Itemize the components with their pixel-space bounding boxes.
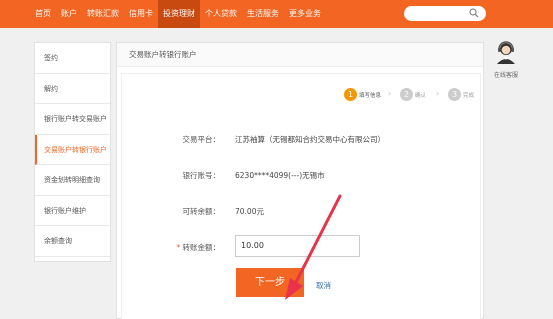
platform-value: 江苏袖算（无锡都知合约交易中心有限公司）: [235, 135, 385, 144]
step-1-label: 填写信息: [359, 93, 382, 99]
nav-item-investment[interactable]: 投资理财: [158, 0, 200, 28]
balance-value: 70.00元: [235, 207, 264, 216]
step-1-circle: 1: [344, 88, 357, 101]
sidebar-item-bank-account-maintenance[interactable]: 银行账户维护: [35, 196, 110, 226]
sidebar-item-balance-query[interactable]: 余额查询: [35, 226, 110, 257]
online-service[interactable]: 在线客服: [489, 40, 523, 80]
sidebar-item-trade-to-bank[interactable]: 交易账户转银行账户: [35, 134, 110, 165]
chevron-right-icon: ›: [436, 89, 440, 98]
sidebar-menu: 签约 解约 银行账户转交易账户 交易账户转银行账户 资金划转明细查询 银行账户维…: [34, 42, 111, 262]
step-2-circle: 2: [400, 88, 413, 101]
nav-item-more[interactable]: 更多业务: [284, 0, 326, 28]
next-step-button[interactable]: 下一步: [236, 268, 304, 297]
account-label: 银行账号：: [182, 171, 221, 180]
nav-item-transfer[interactable]: 转账汇款: [82, 0, 124, 28]
account-value: 6230****4099(---)无锡市: [235, 171, 325, 180]
required-mark: *: [176, 243, 181, 252]
nav-item-personal-loan[interactable]: 个人贷款: [200, 0, 242, 28]
chevron-right-icon: ›: [388, 89, 392, 98]
cancel-link[interactable]: 取消: [316, 280, 331, 291]
search-input[interactable]: [404, 6, 486, 21]
sidebar-item-sign[interactable]: 签约: [35, 43, 110, 74]
nav-item-credit-card[interactable]: 信用卡: [124, 0, 158, 28]
step-2-label: 确认: [415, 93, 427, 99]
step-3-circle: 3: [448, 88, 461, 101]
platform-label: 交易平台：: [182, 135, 221, 144]
online-service-label: 在线客服: [493, 72, 518, 79]
sidebar-item-transfer-details[interactable]: 资金划转明细查询: [35, 165, 110, 196]
amount-label: 转账金额：: [182, 243, 221, 252]
step-indicator: 1 填写信息 › 2 确认 › 3 完成: [344, 88, 484, 104]
amount-input[interactable]: 10.00: [235, 235, 360, 257]
step-3-label: 完成: [463, 93, 475, 99]
balance-label: 可转余额：: [182, 207, 221, 216]
nav-menu: 首页 账户 转账汇款 信用卡 投资理财 个人贷款 生活服务 更多业务: [30, 0, 326, 28]
nav-item-account[interactable]: 账户: [56, 0, 82, 28]
amount-label-row: * 转账金额：: [150, 242, 220, 253]
search-icon[interactable]: [469, 8, 479, 18]
sidebar-item-bank-to-trade[interactable]: 银行账户转交易账户: [35, 104, 110, 135]
panel-title: 交易账户转银行账户: [117, 43, 483, 67]
top-nav-bar: 首页 账户 转账汇款 信用卡 投资理财 个人贷款 生活服务 更多业务: [0, 0, 553, 28]
customer-service-icon[interactable]: [495, 40, 517, 64]
sidebar-item-unsign[interactable]: 解约: [35, 74, 110, 104]
nav-item-life-service[interactable]: 生活服务: [242, 0, 284, 28]
nav-item-home[interactable]: 首页: [30, 0, 56, 28]
